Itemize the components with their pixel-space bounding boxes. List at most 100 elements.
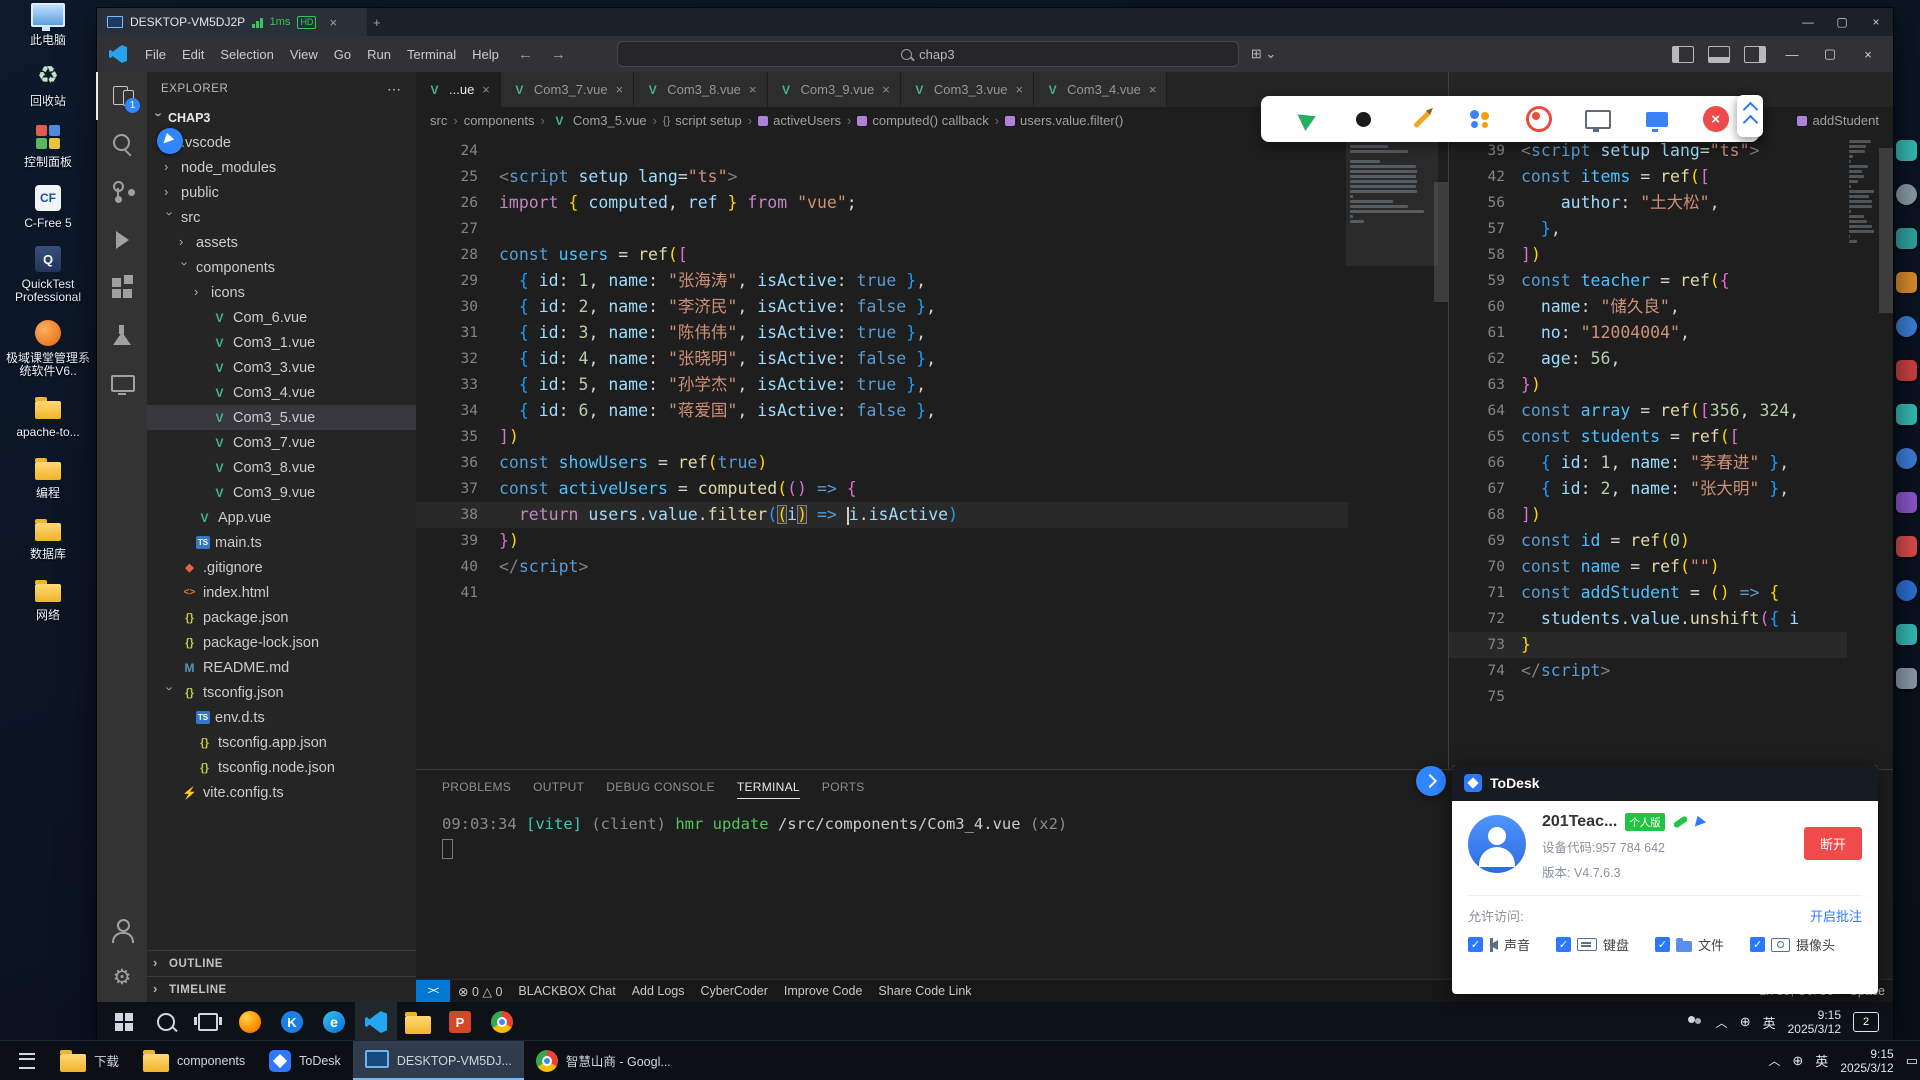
tab-close-icon[interactable]: × [482,82,490,97]
breadcrumb-item[interactable]: {}script setup [663,113,742,128]
firefox-icon[interactable] [229,1002,271,1042]
code-line-41[interactable]: 41 [416,580,1348,606]
scrollbar-2[interactable] [1879,148,1893,313]
network-icon[interactable]: ⊕ [1740,1014,1751,1030]
desktop-icon-[interactable]: 编程 [0,453,96,500]
menu-help[interactable]: Help [464,43,507,66]
menu-run[interactable]: Run [359,43,399,66]
chrome-icon[interactable] [481,1002,523,1042]
code-line-24[interactable]: 24 [416,138,1348,164]
local-ime-indicator[interactable]: 英 [1815,1051,1828,1070]
section-timeline[interactable]: ›TIMELINE [147,976,416,1002]
dock-icon-6[interactable] [1896,360,1917,381]
file-tsconfig-node-json[interactable]: {}tsconfig.node.json [147,755,416,780]
file-gitignore[interactable]: ◆.gitignore [147,555,416,580]
desktop-icon-[interactable]: 数据库 [0,514,96,561]
ime-indicator[interactable]: 英 [1763,1013,1776,1032]
code-line-34[interactable]: 34 { id: 6, name: "蒋爱国", isActive: false… [416,398,1348,424]
menu-edit[interactable]: Edit [174,43,212,66]
taskbar-item-desktop-vm5dj[interactable]: DESKTOP-VM5DJ... [353,1041,524,1080]
code-line-35[interactable]: 35]) [416,424,1348,450]
toolbar-collapse-button[interactable] [1737,95,1763,137]
local-menu-button[interactable] [6,1041,48,1080]
tab-close-icon[interactable]: × [1149,82,1157,97]
tab-com3-4-vue[interactable]: VCom3_4.vue× [1034,72,1167,107]
code-line-62[interactable]: 62 age: 56, [1449,346,1847,372]
notification-badge[interactable]: 2 [1853,1012,1879,1032]
folder-icons[interactable]: ›icons [147,280,416,305]
tab-close-icon[interactable]: × [749,82,757,97]
tab-com3-8-vue[interactable]: VCom3_8.vue× [634,72,767,107]
code-line-38[interactable]: 38 return users.value.filter((i) => i.is… [416,502,1348,528]
close-session-icon[interactable]: × [323,15,343,30]
file-tsconfig-app-json[interactable]: {}tsconfig.app.json [147,730,416,755]
local-clock[interactable]: 9:15 2025/3/12 [1840,1047,1893,1075]
screen-blue-icon[interactable] [1640,102,1674,136]
file-com3-7-vue[interactable]: VCom3_7.vue [147,430,416,455]
folder-assets[interactable]: ›assets [147,230,416,255]
code-line-37[interactable]: 37const activeUsers = computed(() => { [416,476,1348,502]
code-line-39[interactable]: 39}) [416,528,1348,554]
dock-icon-13[interactable] [1896,668,1917,689]
local-network-icon[interactable]: ⊕ [1792,1053,1803,1069]
file-explorer-icon[interactable] [397,1002,439,1042]
window-close-button[interactable]: × [1859,8,1893,36]
code-editor-2[interactable]: 39<script setup lang="ts">42const items … [1449,134,1893,769]
explorer-more-icon[interactable]: ⋯ [387,81,402,98]
start-button[interactable] [103,1002,145,1042]
code-line-63[interactable]: 63}) [1449,372,1847,398]
folder-src[interactable]: ›src [147,205,416,230]
pen-icon[interactable] [1405,102,1439,136]
file-readme-md[interactable]: MREADME.md [147,655,416,680]
tray-expand-icon[interactable]: ︿ [1716,1014,1728,1031]
notification-center-icon[interactable]: ▭ [1906,1053,1918,1069]
code-line-40[interactable]: 40</script> [416,554,1348,580]
desktop-icon-c-free-5[interactable]: CFC-Free 5 [0,183,96,230]
control-cursor-icon[interactable] [1695,815,1708,828]
test-activity-button[interactable] [97,312,147,360]
code-line-72[interactable]: 72 students.value.unshift({ i [1449,606,1847,632]
file-com-6-vue[interactable]: VCom_6.vue [147,305,416,330]
file-env-d-ts[interactable]: TSenv.d.ts [147,705,416,730]
command-center-search[interactable]: chap3 [617,41,1239,67]
powerpoint-icon[interactable]: P [439,1002,481,1042]
code-line-68[interactable]: 68]) [1449,502,1847,528]
dock-icon-5[interactable] [1896,316,1917,337]
folder-vscode[interactable]: ›.vscode [147,130,416,155]
menu-go[interactable]: Go [326,43,359,66]
desktop-icon-[interactable]: 控制面板 [0,122,96,169]
folder-node-modules[interactable]: ›node_modules [147,155,416,180]
menu-file[interactable]: File [137,43,174,66]
nav-forward-icon[interactable]: → [544,46,573,63]
nav-back-icon[interactable]: ← [511,46,540,63]
remote-status-icon[interactable]: >< [416,980,450,1002]
tab-com3-3-vue[interactable]: VCom3_3.vue× [901,72,1034,107]
file-com3-8-vue[interactable]: VCom3_8.vue [147,455,416,480]
breadcrumb-item[interactable]: activeUsers [758,113,841,128]
checkbox-checked[interactable]: ✓ [1655,937,1670,952]
code-line-31[interactable]: 31 { id: 3, name: "陈伟伟", isActive: true … [416,320,1348,346]
dock-icon-4[interactable] [1896,272,1917,293]
toggle-sidebar-icon[interactable] [1672,46,1694,63]
code-line-57[interactable]: 57 }, [1449,216,1847,242]
problems-status[interactable]: ⊗ 0 △ 0 [450,984,510,999]
taskbar-item-[interactable]: 下载 [48,1041,131,1080]
scrollbar[interactable] [1434,182,1448,302]
taskbar-search-button[interactable] [145,1002,187,1042]
code-line-30[interactable]: 30 { id: 2, name: "李济民", isActive: false… [416,294,1348,320]
file-vite-config-ts[interactable]: ⚡vite.config.ts [147,780,416,805]
code-line-33[interactable]: 33 { id: 5, name: "孙学杰", isActive: true … [416,372,1348,398]
code-line-26[interactable]: 26import { computed, ref } from "vue"; [416,190,1348,216]
window-maximize-button[interactable]: ▢ [1825,8,1859,36]
breadcrumb-item[interactable]: addStudent [1797,113,1879,128]
close-annotation-icon[interactable]: × [1699,102,1733,136]
minimap-2[interactable] [1849,140,1879,250]
explorer-activity-button[interactable]: 1 [96,72,148,120]
panel-tab-terminal[interactable]: TERMINAL [737,776,800,799]
desktop-icon-v6[interactable]: 极域课堂管理系统软件V6.. [0,318,96,378]
scm-activity-button[interactable] [97,168,147,216]
call-icon[interactable] [1672,815,1688,829]
ext-activity-button[interactable] [97,264,147,312]
breadcrumb-item[interactable]: VCom3_5.vue [551,113,647,128]
panel-tab-debug-console[interactable]: DEBUG CONSOLE [606,776,715,798]
